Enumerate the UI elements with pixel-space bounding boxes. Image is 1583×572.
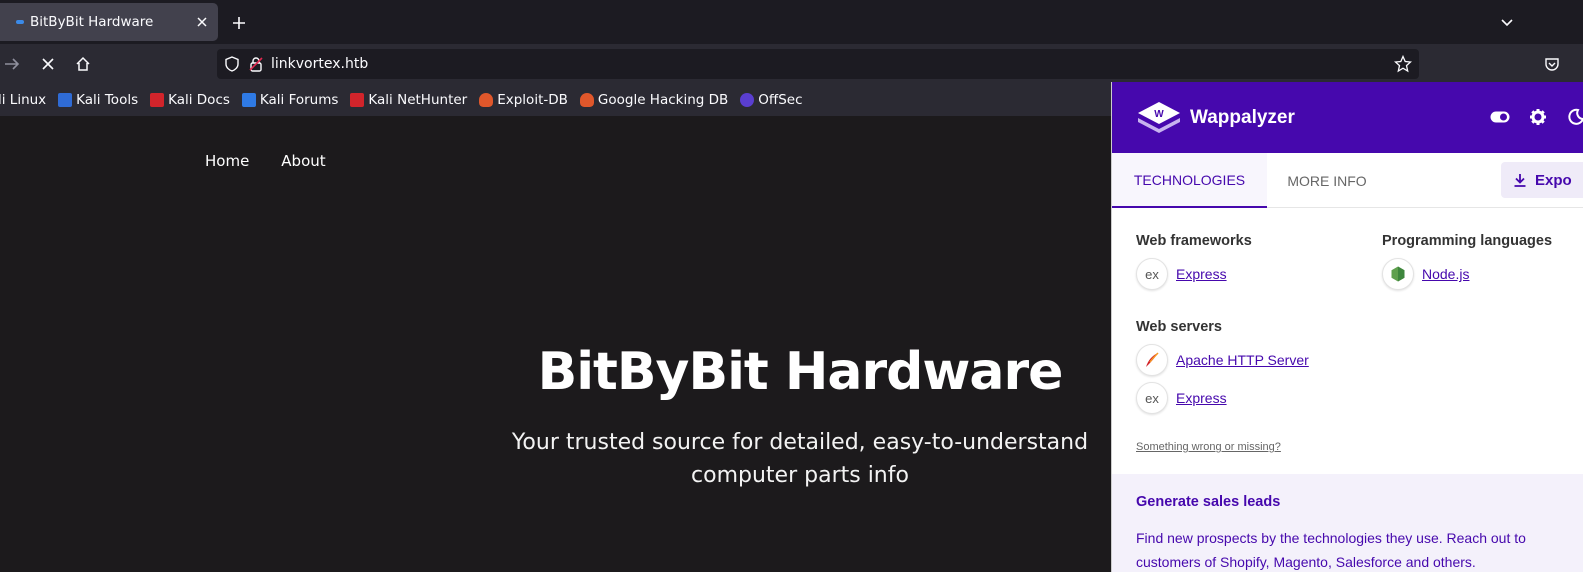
express-icon: ex (1136, 258, 1168, 290)
bookmark-kali-nethunter[interactable]: Kali NetHunter (350, 92, 467, 108)
tech-name[interactable]: Apache HTTP Server (1176, 352, 1309, 368)
forward-arrow-icon[interactable] (1, 53, 23, 75)
tech-item-express[interactable]: ex Express (1136, 258, 1227, 290)
bookmark-kali-linux[interactable]: li Linux (0, 92, 46, 108)
hero-subtitle: Your trusted source for detailed, easy-t… (500, 426, 1100, 492)
url-text: linkvortex.htb (271, 56, 369, 72)
toggle-icon[interactable] (1490, 107, 1510, 127)
download-icon (1514, 174, 1526, 187)
offsec-icon (740, 93, 755, 107)
lock-insecure-icon[interactable] (247, 55, 265, 73)
export-button[interactable]: Expo (1501, 162, 1583, 198)
express-icon: ex (1136, 382, 1168, 414)
bookmark-label: li Linux (0, 92, 47, 108)
svg-text:W: W (1154, 109, 1164, 120)
promo-text: Find new prospects by the technologies t… (1136, 530, 1526, 570)
bookmark-label: Google Hacking DB (597, 92, 729, 108)
tab-strip: BitByBit Hardware (0, 0, 1583, 44)
nav-about-link[interactable]: About (281, 152, 325, 170)
tech-item-express[interactable]: ex Express (1136, 382, 1227, 414)
tech-name[interactable]: Express (1176, 390, 1227, 406)
apache-icon (1136, 344, 1168, 376)
promo-title[interactable]: Generate sales leads (1136, 494, 1280, 510)
hero-subtitle-line: computer parts info (691, 463, 909, 488)
header-actions (1490, 107, 1583, 127)
wappalyzer-tabs: TECHNOLOGIES MORE INFO Expo (1112, 153, 1583, 208)
category-title: Web servers (1136, 319, 1222, 335)
category-title: Programming languages (1382, 233, 1553, 249)
wappalyzer-popup: W Wappalyzer TECHNOLOGIES MORE INFO Expo… (1111, 82, 1583, 572)
tech-item-apache[interactable]: Apache HTTP Server (1136, 344, 1309, 376)
nav-home-link[interactable]: Home (205, 152, 249, 170)
stop-loading-icon[interactable] (37, 53, 59, 75)
wappalyzer-header: W Wappalyzer (1112, 82, 1583, 153)
bookmark-google-hacking-db[interactable]: Google Hacking DB (579, 92, 729, 108)
wappalyzer-brand: Wappalyzer (1190, 106, 1295, 128)
bookmark-label: Kali Tools (76, 92, 139, 108)
tech-item-nodejs[interactable]: Node.js (1382, 258, 1469, 290)
nodejs-icon (1382, 258, 1414, 290)
bookmark-kali-forums[interactable]: Kali Forums (241, 92, 339, 108)
hero-title: BitByBit Hardware (537, 342, 1064, 402)
tab-title: BitByBit Hardware (30, 14, 154, 30)
tab-technologies[interactable]: TECHNOLOGIES (1112, 153, 1267, 208)
bookmark-label: Kali Docs (168, 92, 230, 108)
site-nav: Home About (205, 152, 326, 170)
sales-leads-promo: Generate sales leads Find new prospects … (1112, 474, 1583, 572)
tech-name[interactable]: Express (1176, 266, 1227, 282)
new-tab-icon[interactable] (229, 13, 249, 33)
kali-nethunter-icon (350, 93, 365, 107)
bookmark-label: Kali NetHunter (368, 92, 468, 108)
home-icon[interactable] (72, 53, 94, 75)
technologies-panel: Web frameworks ex Express Programming la… (1112, 208, 1583, 474)
chevron-down-icon[interactable] (1497, 13, 1517, 33)
kali-forums-icon (241, 93, 256, 107)
tab-more-info[interactable]: MORE INFO (1267, 153, 1387, 208)
address-bar[interactable]: linkvortex.htb (217, 49, 1419, 79)
bookmark-offsec[interactable]: OffSec (740, 92, 803, 108)
close-tab-icon[interactable] (194, 14, 210, 30)
something-wrong-link[interactable]: Something wrong or missing? (1136, 441, 1281, 453)
bookmark-label: OffSec (758, 92, 803, 108)
exploit-db-icon (479, 93, 494, 107)
pocket-icon[interactable] (1541, 53, 1563, 75)
kali-tools-icon (58, 93, 73, 107)
export-label: Expo (1535, 171, 1572, 189)
tech-name[interactable]: Node.js (1422, 266, 1469, 282)
gear-icon[interactable] (1528, 107, 1548, 127)
kali-docs-icon (150, 93, 165, 107)
bookmark-exploit-db[interactable]: Exploit-DB (479, 92, 568, 108)
ghdb-icon (579, 93, 594, 107)
navigation-toolbar: linkvortex.htb (0, 44, 1583, 84)
bookmark-kali-tools[interactable]: Kali Tools (58, 92, 138, 108)
bookmark-kali-docs[interactable]: Kali Docs (150, 92, 230, 108)
tab-bitbybit[interactable]: BitByBit Hardware (0, 3, 218, 41)
shield-icon[interactable] (223, 55, 241, 73)
bookmark-label: Exploit-DB (497, 92, 568, 108)
hero-subtitle-line: Your trusted source for detailed, easy-t… (511, 430, 1089, 455)
theme-toggle-icon[interactable] (1566, 107, 1583, 127)
wappalyzer-logo-icon: W (1138, 101, 1180, 133)
category-title: Web frameworks (1136, 233, 1252, 249)
bookmark-star-icon[interactable] (1393, 54, 1413, 73)
site-favicon-icon (16, 20, 24, 24)
bookmark-label: Kali Forums (259, 92, 339, 108)
